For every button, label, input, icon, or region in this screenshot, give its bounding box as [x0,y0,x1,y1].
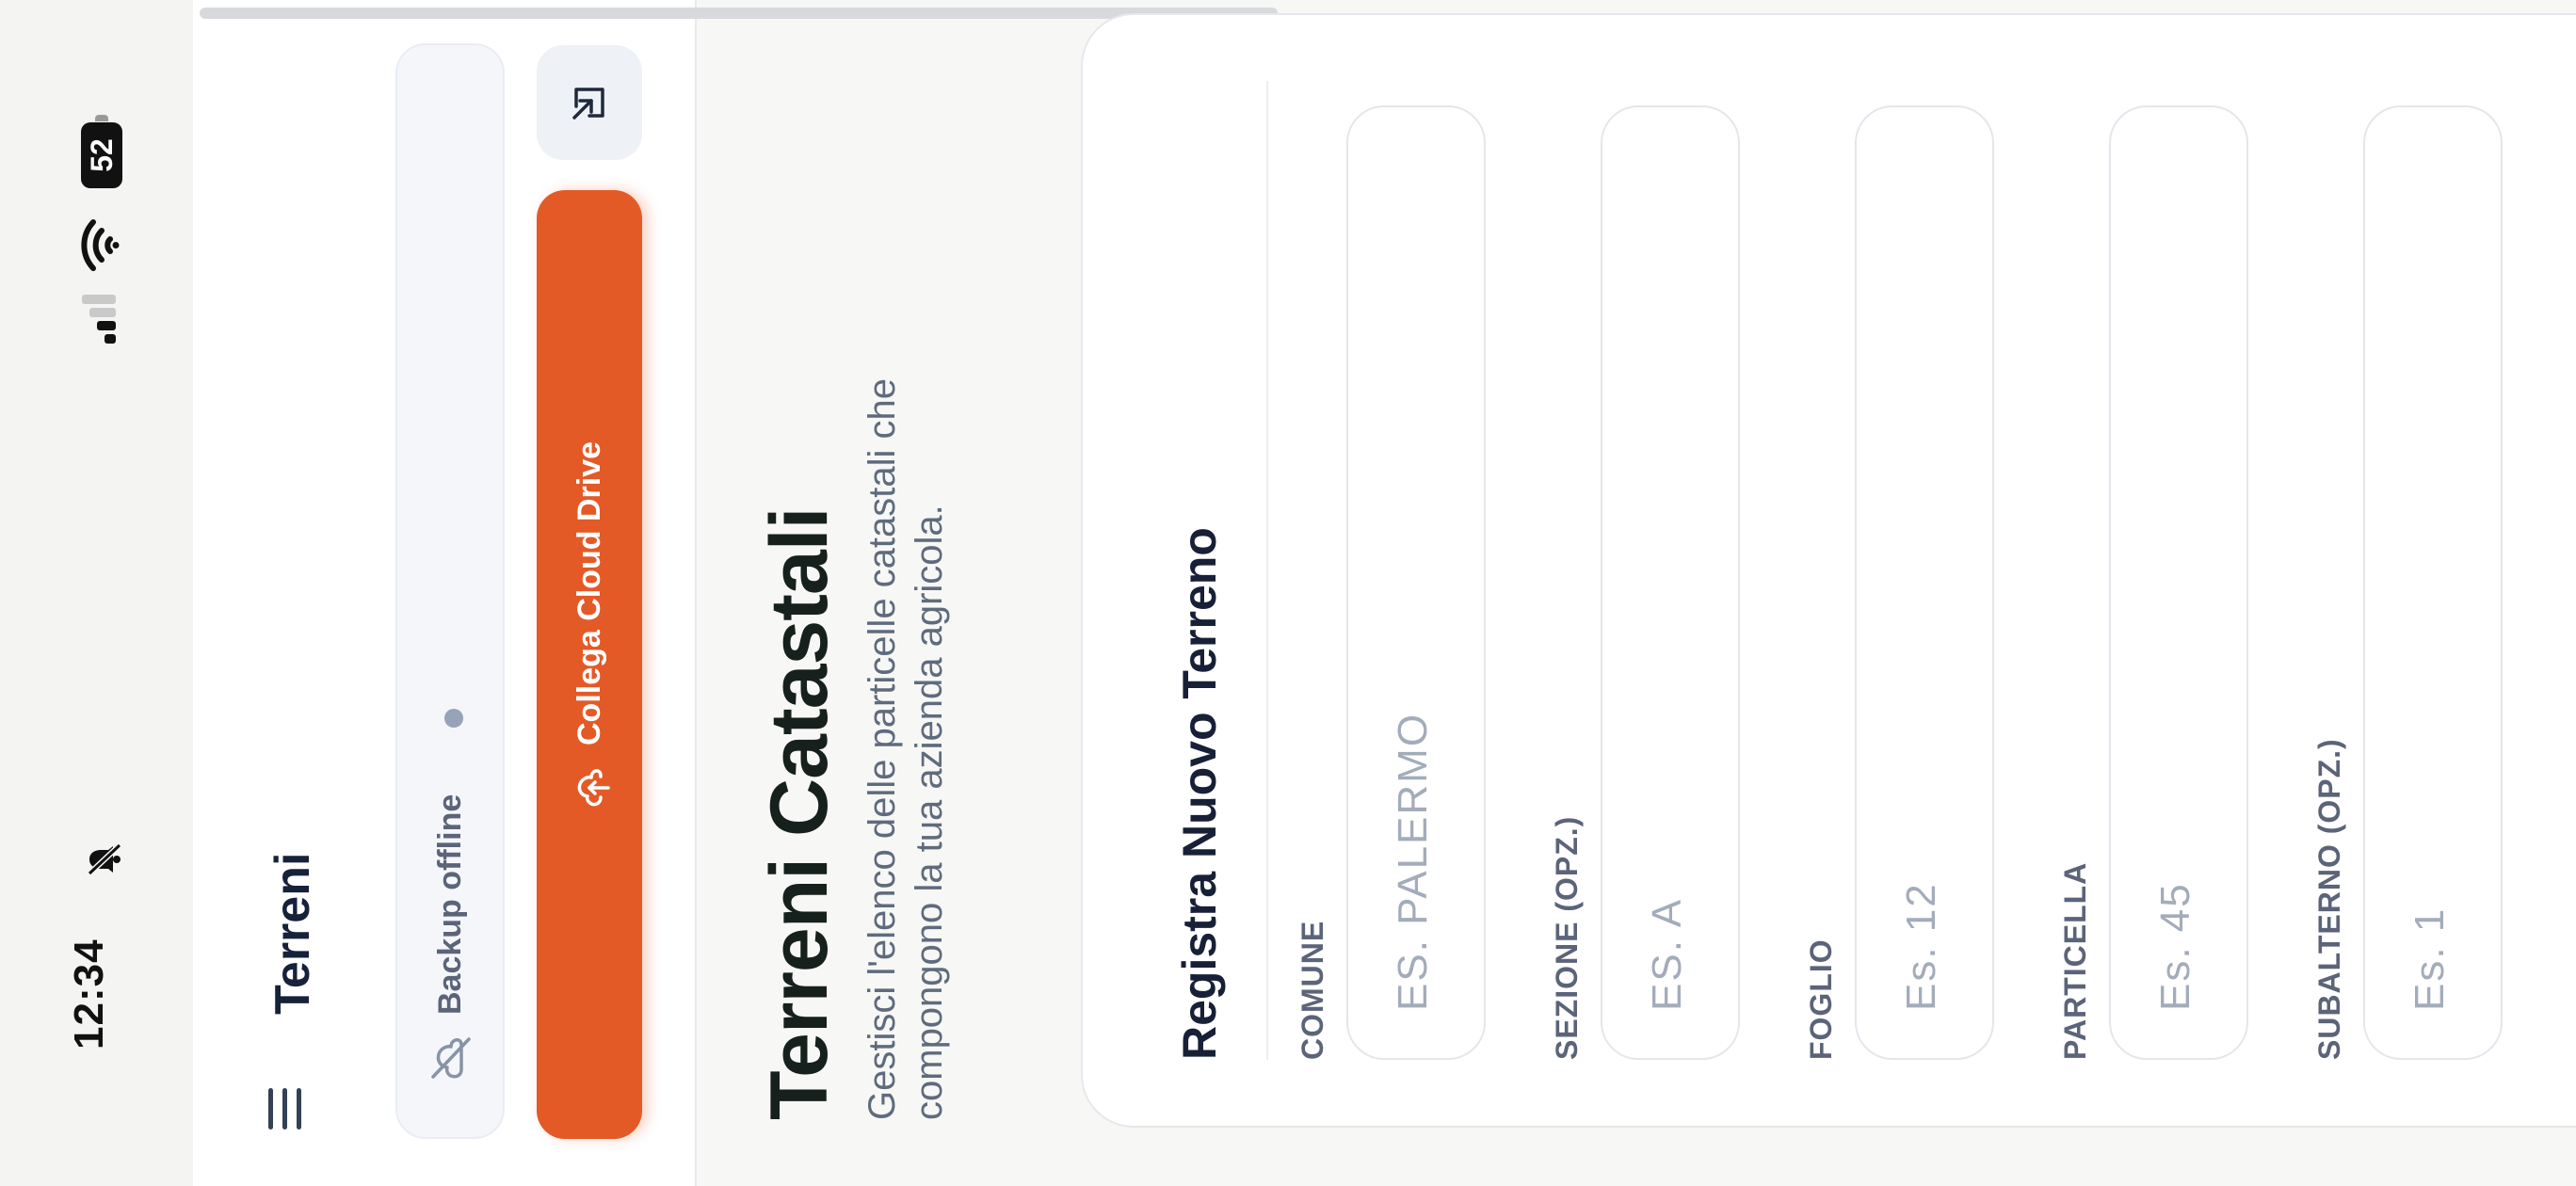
particella-placeholder: Es. 45 [2152,882,2198,1011]
status-dot [444,709,463,728]
form-title: Registra Nuovo Terreno [1173,527,1226,1060]
wifi-icon [81,219,120,271]
foglio-input[interactable]: Es. 12 [1855,105,1994,1060]
page-subtitle: Gestisci l'elenco delle particelle catas… [861,377,950,1120]
page-title: Terreni Catastali [754,507,845,1120]
backup-status-badge: Backup offline [395,43,505,1139]
subalterno-placeholder: Es. 1 [2407,906,2453,1011]
battery-level: 52 [81,122,122,188]
battery-icon: 52 [81,115,122,188]
foglio-label: FOGLIO [1804,938,1838,1060]
hamburger-menu-icon[interactable] [268,1088,306,1130]
comune-input[interactable]: ES. PALERMO [1346,105,1486,1060]
comune-placeholder: ES. PALERMO [1390,712,1436,1011]
status-time: 12:34 [66,938,112,1050]
connect-cloud-drive-button[interactable]: Collega Cloud Drive [537,190,642,1139]
sezione-placeholder: ES. A [1644,897,1690,1011]
sezione-label: SEZIONE (OPZ.) [1550,815,1584,1060]
divider [1266,81,1268,1060]
subalterno-input[interactable]: Es. 1 [2363,105,2503,1060]
status-bar: 12:34 52 [0,0,193,1186]
foglio-placeholder: Es. 12 [1898,882,1944,1011]
cellular-signal-icon [82,295,116,344]
backup-status-text: Backup offline [432,793,468,1015]
particella-input[interactable]: Es. 45 [2109,105,2248,1060]
app-screen: 12:34 52 Terreni Backup offline Collega … [0,0,2576,1186]
app-header: Terreni Backup offline Collega Cloud Dri… [193,0,1278,1186]
cloud-upload-icon [577,769,610,807]
connect-cloud-drive-label: Collega Cloud Drive [572,441,607,745]
new-land-form-card: Registra Nuovo Terreno COMUNE ES. PALERM… [1081,13,2576,1128]
particella-label: PARTICELLA [2058,861,2092,1060]
subalterno-label: SUBALTERNO (OPZ.) [2312,738,2346,1060]
import-arrow-icon [572,88,604,120]
header-title: Terreni [266,852,320,1015]
comune-label: COMUNE [1296,920,1329,1060]
cloud-off-icon [431,1037,471,1079]
silent-bell-icon [87,842,122,876]
rotated-viewport: 12:34 52 Terreni Backup offline Collega … [0,0,2576,1186]
import-button[interactable] [537,45,642,160]
sezione-input[interactable]: ES. A [1601,105,1740,1060]
